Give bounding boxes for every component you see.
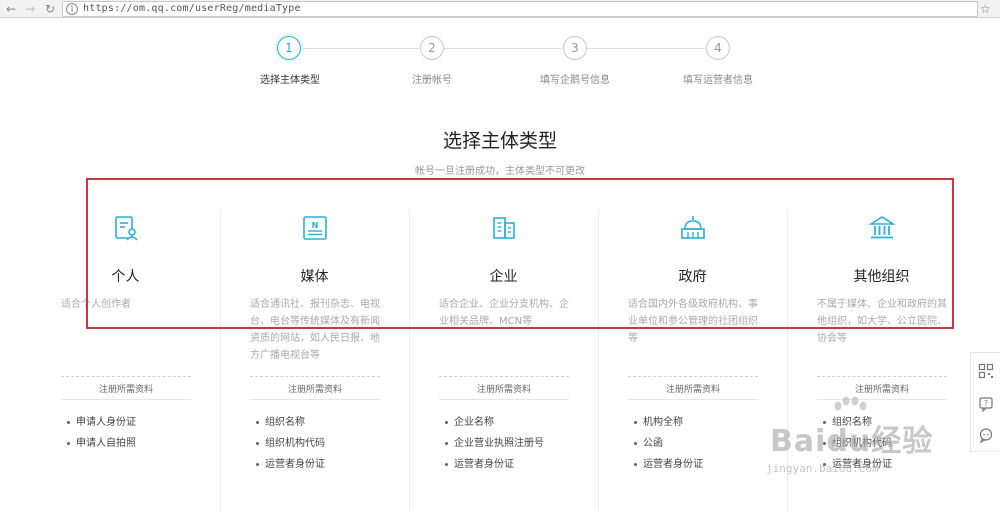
step-1-label: 选择主体类型	[260, 75, 320, 86]
divider	[61, 376, 191, 377]
list-item: 企业名称	[445, 412, 585, 433]
requirements-list: 企业名称 企业营业执照注册号 运营者身份证	[445, 412, 585, 475]
requirements-title: 注册所需资料	[98, 385, 153, 395]
list-item: 运营者身份证	[256, 454, 396, 475]
side-toolbar: ?	[970, 352, 1000, 452]
browser-toolbar: ← → ↻ i https://om.qq.com/userReg/mediaT…	[0, 0, 1000, 18]
svg-text:?: ?	[984, 399, 988, 408]
list-item: 公函	[634, 433, 774, 454]
divider	[250, 399, 380, 400]
address-bar[interactable]: i https://om.qq.com/userReg/mediaType	[62, 1, 978, 17]
divider	[439, 376, 569, 377]
list-item: 申请人身份证	[67, 412, 207, 433]
info-icon[interactable]: i	[66, 3, 78, 15]
requirements-list: 组织名称 组织机构代码 运营者身份证	[256, 412, 396, 475]
list-item: 机构全称	[634, 412, 774, 433]
list-item: 企业营业执照注册号	[445, 433, 585, 454]
qr-code-icon[interactable]	[978, 363, 994, 379]
list-item: 组织名称	[256, 412, 396, 433]
arrow-left-icon[interactable]: ←	[3, 1, 19, 17]
page-title: 选择主体类型	[442, 130, 557, 152]
step-4-label: 填写运营者信息	[683, 75, 753, 86]
help-icon[interactable]: ?	[978, 396, 994, 412]
divider	[628, 376, 758, 377]
list-item: 运营者身份证	[445, 454, 585, 475]
watermark: Baidu经验 jingyan.baidu.com	[760, 396, 965, 496]
requirements-title: 注册所需资料	[287, 385, 342, 395]
step-3-indicator: 3	[563, 36, 587, 60]
step-2-label: 注册帐号	[412, 75, 452, 86]
reload-icon[interactable]: ↻	[42, 1, 58, 17]
list-item: 组织机构代码	[256, 433, 396, 454]
requirements-title: 注册所需资料	[854, 385, 909, 395]
list-item: 申请人自拍照	[67, 433, 207, 454]
divider	[250, 376, 380, 377]
divider	[817, 376, 947, 377]
requirements-title: 注册所需资料	[665, 385, 720, 395]
requirements-title: 注册所需资料	[476, 385, 531, 395]
step-3-label: 填写企鹅号信息	[540, 75, 610, 86]
step-connector	[444, 48, 562, 49]
step-connector	[301, 48, 419, 49]
url-text: https://om.qq.com/userReg/mediaType	[83, 3, 301, 14]
chat-icon[interactable]	[978, 427, 994, 443]
arrow-right-icon[interactable]: →	[22, 1, 38, 17]
requirements-list: 申请人身份证 申请人自拍照	[67, 412, 207, 454]
step-2-indicator: 2	[420, 36, 444, 60]
step-connector	[587, 48, 705, 49]
divider	[61, 399, 191, 400]
divider	[439, 399, 569, 400]
watermark-url: jingyan.baidu.com	[766, 462, 879, 475]
highlight-annotation-box	[86, 178, 954, 329]
page-subtitle: 帐号一旦注册成功，主体类型不可更改	[415, 166, 585, 177]
step-4-indicator: 4	[706, 36, 730, 60]
list-item: 运营者身份证	[634, 454, 774, 475]
requirements-list: 机构全称 公函 运营者身份证	[634, 412, 774, 475]
divider	[628, 399, 758, 400]
star-icon[interactable]: ☆	[980, 1, 991, 17]
step-1-indicator: 1	[277, 36, 301, 60]
watermark-text: Baidu经验	[770, 424, 934, 459]
